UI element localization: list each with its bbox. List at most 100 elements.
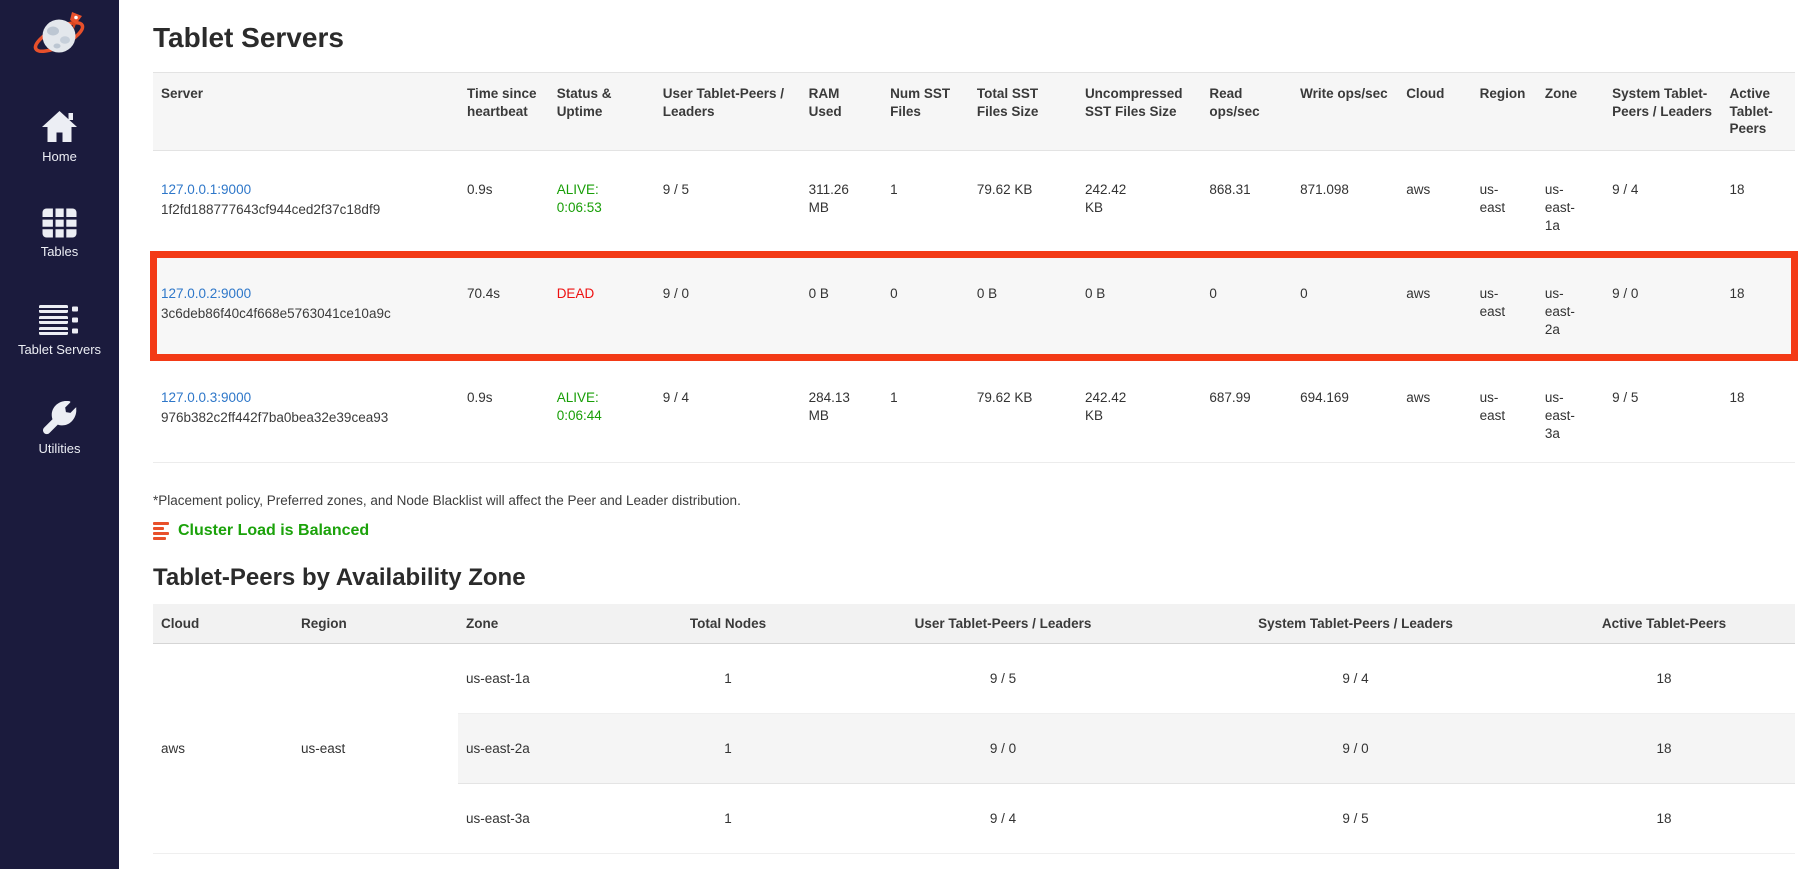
user-peers-cell: 9 / 4 [828, 783, 1178, 853]
active-peers-cell: 18 [1533, 713, 1795, 783]
system-peers-cell: 9 / 4 [1178, 643, 1533, 713]
zone-cell: us-east-1a [1537, 150, 1604, 254]
utilities-wrench-icon [43, 401, 77, 435]
sidebar-item-utilities[interactable]: Utilities [0, 401, 119, 456]
col-system-peers: System Tablet-Peers / Leaders [1604, 73, 1721, 151]
active-peers-cell: 18 [1533, 783, 1795, 853]
sidebar-item-tables[interactable]: Tables [0, 208, 119, 259]
tablet-servers-icon [39, 304, 80, 336]
status-text: ALIVE: [557, 389, 647, 407]
ram-cell: 311.26 MB [801, 150, 883, 254]
sidebar: Home Tables Tablet [0, 0, 119, 869]
user-peers-cell: 9 / 5 [828, 643, 1178, 713]
system-peers-cell: 9 / 0 [1178, 713, 1533, 783]
col-server: Server [153, 73, 459, 151]
col-status: Status & Uptime [549, 73, 655, 151]
server-link[interactable]: 127.0.0.3:9000 [161, 390, 251, 405]
status-cell: ALIVE: 0:06:44 [549, 358, 655, 462]
sidebar-item-label: Tablet Servers [18, 343, 101, 357]
server-link[interactable]: 127.0.0.1:9000 [161, 182, 251, 197]
sidebar-item-home[interactable]: Home [0, 110, 119, 164]
server-uuid: 1f2fd188777643cf944ced2f37c18df9 [161, 201, 451, 219]
total-sst-cell: 0 B [969, 254, 1077, 358]
sidebar-item-tablet-servers[interactable]: Tablet Servers [0, 304, 119, 357]
col-system-peers: System Tablet-Peers / Leaders [1178, 604, 1533, 644]
system-peers-cell: 9 / 5 [1604, 358, 1721, 462]
cloud-cell: aws [1398, 254, 1471, 358]
write-ops-cell: 871.098 [1292, 150, 1398, 254]
col-total-sst: Total SST Files Size [969, 73, 1077, 151]
region-cell: us-east [1472, 150, 1537, 254]
uptime-text: 0:06:53 [557, 199, 647, 217]
total-nodes-cell: 1 [628, 783, 828, 853]
col-user-peers: User Tablet-Peers / Leaders [655, 73, 801, 151]
sidebar-item-label: Tables [41, 245, 79, 259]
servers-table-header-row: Server Time since heartbeat Status & Upt… [153, 73, 1795, 151]
total-sst-cell: 79.62 KB [969, 150, 1077, 254]
region-cell: us-east [1472, 254, 1537, 358]
num-sst-cell: 1 [882, 358, 969, 462]
read-ops-cell: 687.99 [1201, 358, 1292, 462]
write-ops-cell: 0 [1292, 254, 1398, 358]
uncompressed-sst-cell: 242.42 KB [1077, 150, 1201, 254]
heartbeat-cell: 0.9s [459, 358, 549, 462]
heartbeat-cell: 70.4s [459, 254, 549, 358]
ram-cell: 0 B [801, 254, 883, 358]
zone-cell: us-east-3a [1537, 358, 1604, 462]
section-title-tablet-peers-by-az: Tablet-Peers by Availability Zone [153, 564, 1795, 592]
col-region: Region [293, 604, 458, 644]
status-text: ALIVE: [557, 181, 647, 199]
col-user-peers: User Tablet-Peers / Leaders [828, 604, 1178, 644]
write-ops-cell: 694.169 [1292, 358, 1398, 462]
system-peers-cell: 9 / 4 [1604, 150, 1721, 254]
table-row: 127.0.0.3:9000 976b382c2ff442f7ba0bea32e… [153, 358, 1795, 462]
table-row-highlighted-dead: 127.0.0.2:9000 3c6deb86f40c4f668e5763041… [153, 254, 1795, 358]
cluster-load-text: Cluster Load is Balanced [178, 522, 369, 540]
yugabyte-logo-icon[interactable] [30, 6, 90, 64]
user-peers-cell: 9 / 0 [828, 713, 1178, 783]
col-ram: RAM Used [801, 73, 883, 151]
region-cell: us-east [293, 643, 458, 853]
zone-cell: us-east-3a [458, 783, 628, 853]
user-peers-cell: 9 / 4 [655, 358, 801, 462]
sidebar-item-label: Home [42, 150, 77, 164]
tablet-peers-by-zone-table: Cloud Region Zone Total Nodes User Table… [153, 604, 1795, 854]
user-peers-cell: 9 / 0 [655, 254, 801, 358]
col-num-sst: Num SST Files [882, 73, 969, 151]
uncompressed-sst-cell: 0 B [1077, 254, 1201, 358]
col-total-nodes: Total Nodes [628, 604, 828, 644]
server-uuid: 976b382c2ff442f7ba0bea32e39cea93 [161, 409, 451, 427]
user-peers-cell: 9 / 5 [655, 150, 801, 254]
zone-row: aws us-east us-east-1a 1 9 / 5 9 / 4 18 [153, 643, 1795, 713]
active-peers-cell: 18 [1721, 150, 1795, 254]
status-cell: DEAD [549, 254, 655, 358]
tablet-servers-table: Server Time since heartbeat Status & Upt… [153, 72, 1795, 463]
tables-icon [42, 208, 77, 238]
active-peers-cell: 18 [1533, 643, 1795, 713]
col-heartbeat: Time since heartbeat [459, 73, 549, 151]
col-write-ops: Write ops/sec [1292, 73, 1398, 151]
col-active-peers: Active Tablet-Peers [1533, 604, 1795, 644]
col-zone: Zone [458, 604, 628, 644]
zone-cell: us-east-2a [458, 713, 628, 783]
server-link[interactable]: 127.0.0.2:9000 [161, 286, 251, 301]
system-peers-cell: 9 / 0 [1604, 254, 1721, 358]
server-cell: 127.0.0.2:9000 3c6deb86f40c4f668e5763041… [153, 254, 459, 358]
active-peers-cell: 18 [1721, 358, 1795, 462]
main-content: Tablet Servers Server Time since heartbe… [119, 0, 1805, 854]
uncompressed-sst-cell: 242.42 KB [1077, 358, 1201, 462]
server-uuid: 3c6deb86f40c4f668e5763041ce10a9c [161, 305, 451, 323]
ram-cell: 284.13 MB [801, 358, 883, 462]
col-zone: Zone [1537, 73, 1604, 151]
page-title: Tablet Servers [153, 22, 1795, 54]
col-read-ops: Read ops/sec [1201, 73, 1292, 151]
table-row: 127.0.0.1:9000 1f2fd188777643cf944ced2f3… [153, 150, 1795, 254]
home-icon [41, 110, 78, 143]
placement-policy-footnote: *Placement policy, Preferred zones, and … [153, 493, 1795, 508]
cloud-cell: aws [153, 643, 293, 853]
cloud-cell: aws [1398, 358, 1471, 462]
col-region: Region [1472, 73, 1537, 151]
status-cell: ALIVE: 0:06:53 [549, 150, 655, 254]
heartbeat-cell: 0.9s [459, 150, 549, 254]
num-sst-cell: 1 [882, 150, 969, 254]
